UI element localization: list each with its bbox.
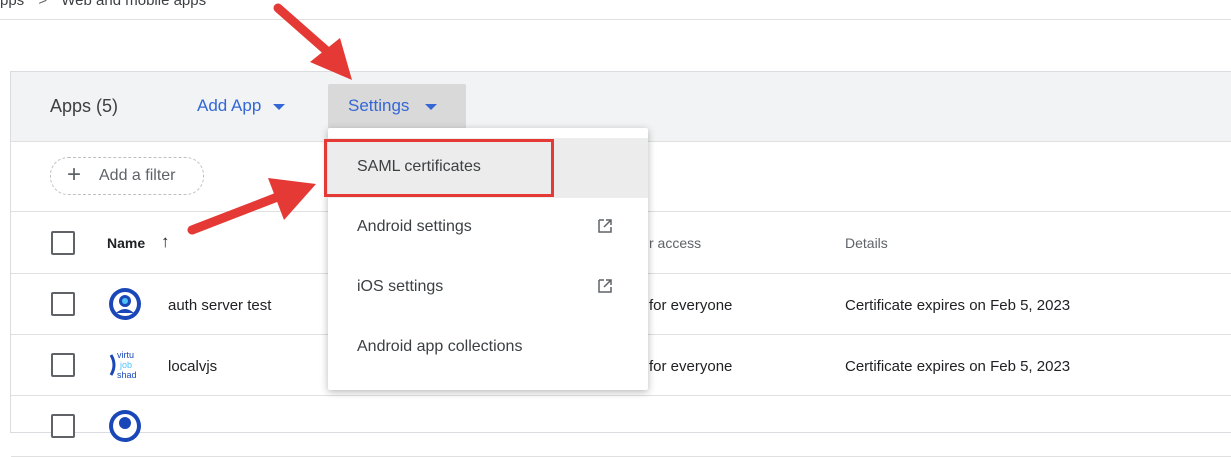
breadcrumb-separator: > [38,0,48,9]
table-row[interactable] [11,396,1231,457]
row-checkbox[interactable] [51,414,75,438]
app-details: Certificate expires on Feb 5, 2023 [845,297,1071,314]
column-header-details[interactable]: Details [845,235,888,251]
svg-text:job: job [119,360,132,370]
column-header-name[interactable]: Name [107,235,145,251]
settings-label: Settings [348,96,410,115]
select-all-checkbox[interactable] [51,231,75,255]
svg-text:virtu: virtu [117,350,134,360]
apps-count-title: Apps (5) [50,96,119,116]
app-details: Certificate expires on Feb 5, 2023 [845,358,1071,375]
caret-down-icon [273,103,286,110]
user-circle-icon [109,288,141,320]
add-app-label: Add App [197,96,262,115]
plus-icon: + [67,161,82,188]
breadcrumb: pps > Web and mobile apps [0,0,206,16]
open-in-new-icon [598,219,612,233]
app-name[interactable]: auth server test [168,297,271,314]
annotation-arrow-icon [273,3,352,80]
menu-item-label: iOS settings [357,278,444,295]
user-access: for everyone [649,358,733,375]
breadcrumb-item-current: Web and mobile apps [61,0,207,9]
svg-text:shad: shad [117,370,137,380]
add-filter-label: Add a filter [99,167,176,184]
menu-item-ios-settings[interactable]: iOS settings [328,258,648,318]
user-access: for everyone [649,297,733,314]
user-circle-icon [109,410,141,442]
menu-item-android-settings[interactable]: Android settings [328,198,648,258]
menu-item-label: Android settings [357,218,472,235]
app-name[interactable]: localvjs [168,358,217,375]
settings-button[interactable]: Settings [328,84,466,129]
breadcrumb-item-apps[interactable]: pps [0,0,24,9]
virtual-job-shadow-logo: virtu job shad [109,350,137,380]
divider [0,19,1231,20]
row-checkbox[interactable] [51,292,75,316]
caret-down-icon [425,104,437,110]
annotation-arrow-icon [187,178,316,235]
row-checkbox[interactable] [51,353,75,377]
menu-item-label: Android app collections [357,338,523,355]
open-in-new-icon [598,279,612,293]
sort-ascending-icon[interactable]: ↑ [161,232,170,252]
highlight-box [324,139,554,197]
add-app-button[interactable]: Add App [197,96,286,116]
column-header-access[interactable]: r access [649,235,701,251]
menu-item-android-app-collections[interactable]: Android app collections [328,318,648,378]
